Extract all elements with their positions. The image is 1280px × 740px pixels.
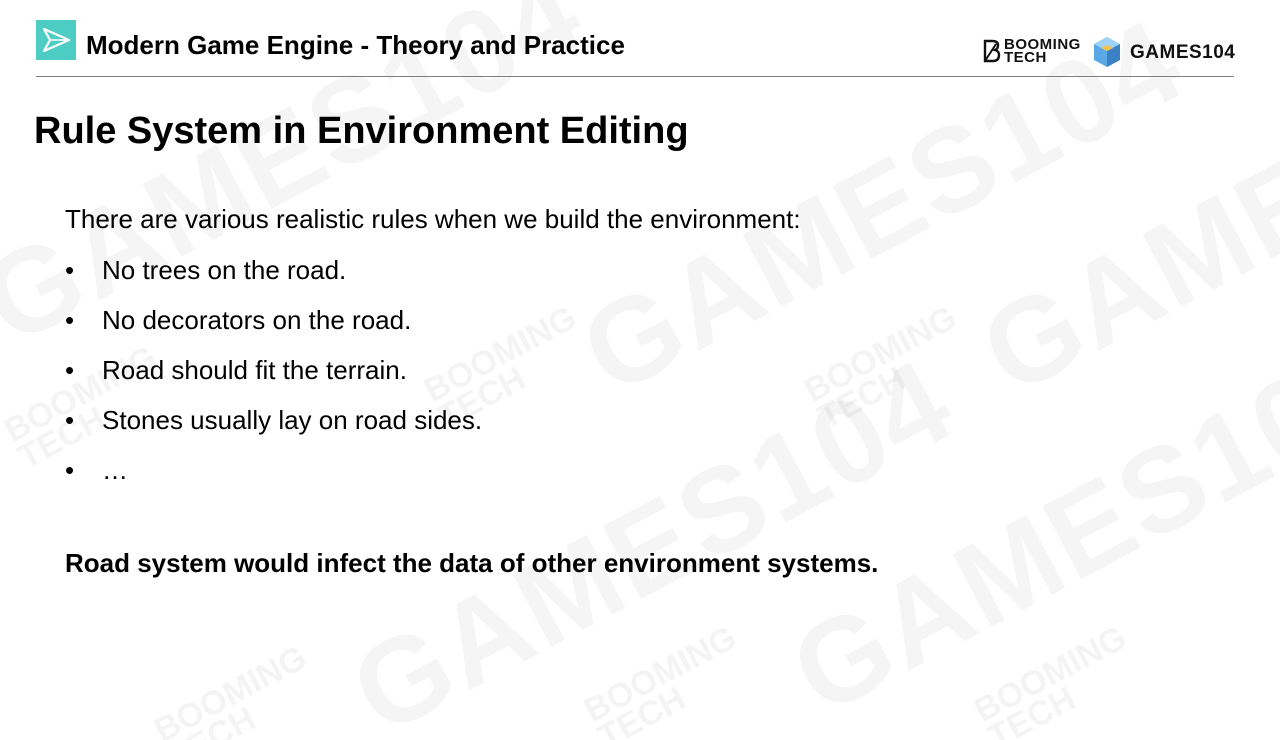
rule-list: • No trees on the road. • No decorators on… <box>65 254 482 504</box>
play-triangle-icon <box>36 20 76 60</box>
bullet-icon: • <box>65 255 75 285</box>
list-item: • No trees on the road. <box>65 254 482 304</box>
booming-tech-logo-icon <box>983 39 1001 63</box>
course-title: Modern Game Engine - Theory and Practice <box>86 30 625 60</box>
booming-tech-logo-text: BOOMING TECH <box>1004 36 1081 66</box>
bullet-icon: • <box>65 305 75 335</box>
list-item-text: Road should fit the terrain. <box>102 355 407 385</box>
watermark-booming: BOOMINGTECH <box>968 618 1145 740</box>
list-item-text: … <box>102 455 128 485</box>
list-item: • No decorators on the road. <box>65 304 482 354</box>
watermark-booming: BOOMINGTECH <box>798 298 975 436</box>
list-item: • Road should fit the terrain. <box>65 354 482 404</box>
watermark-booming: BOOMINGTECH <box>148 638 325 740</box>
watermark-booming: BOOMINGTECH <box>578 618 755 740</box>
bullet-icon: • <box>65 455 75 485</box>
intro-text: There are various realistic rules when w… <box>65 204 801 234</box>
list-item-text: No decorators on the road. <box>102 305 412 335</box>
watermark-games: GAMES104 <box>770 312 1280 740</box>
conclusion-text: Road system would infect the data of oth… <box>65 548 879 578</box>
list-item: •… <box>65 454 482 504</box>
slide-title: Rule System in Environment Editing <box>34 110 689 152</box>
games104-logo-text: GAMES104 <box>1130 42 1236 63</box>
list-item: • Stones usually lay on road sides. <box>65 404 482 454</box>
slide-header: Modern Game Engine - Theory and Practice… <box>36 18 1236 77</box>
games104-logo-icon <box>1094 37 1120 67</box>
bullet-icon: • <box>65 355 75 385</box>
list-item-text: Stones usually lay on road sides. <box>102 405 483 435</box>
bullet-icon: • <box>65 405 75 435</box>
logo-group: BOOMING TECH GAMES104 <box>982 34 1236 70</box>
list-item-text: No trees on the road. <box>102 255 347 285</box>
